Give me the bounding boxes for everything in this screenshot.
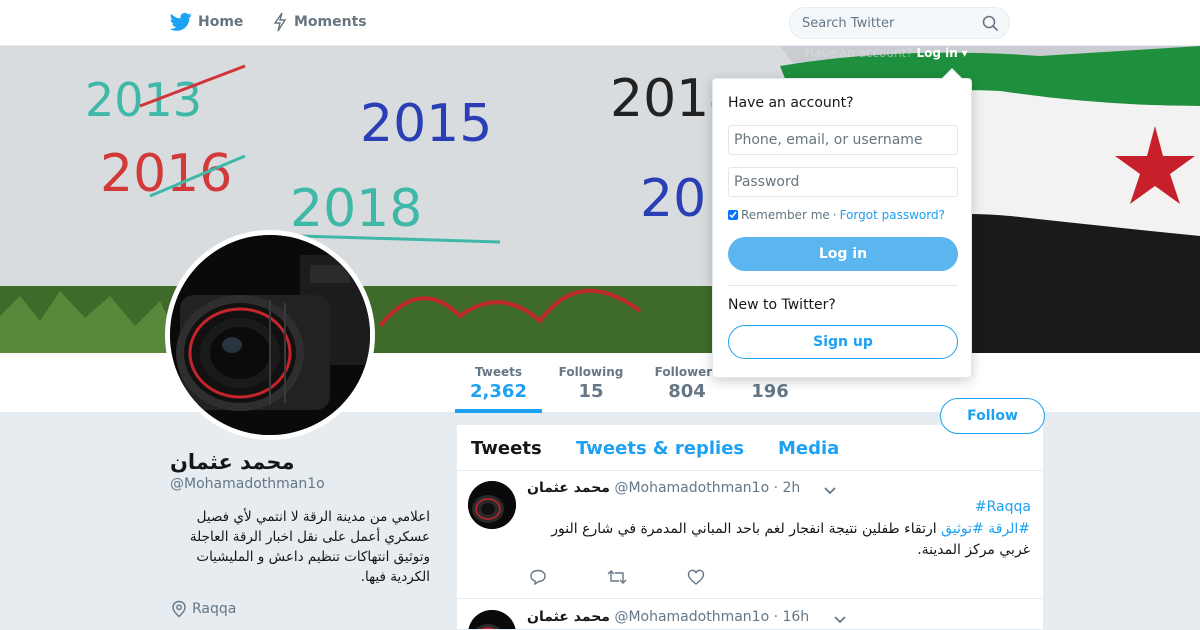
stat-tweets-value: 2,362 <box>470 381 527 402</box>
search-box <box>789 7 1010 39</box>
camera-lens-icon <box>170 235 370 435</box>
tab-tweets-replies[interactable]: Tweets & replies <box>576 438 744 459</box>
login-prompt-text: Have an account? <box>805 46 913 60</box>
profile-name[interactable]: محمد عثمان <box>170 450 430 474</box>
signup-button[interactable]: Sign up <box>728 325 958 359</box>
active-tab-indicator <box>455 409 542 413</box>
remember-me-label[interactable]: Remember me <box>741 208 830 222</box>
location-label: Raqqa <box>192 601 237 617</box>
camera-lens-icon <box>468 610 516 629</box>
avatar[interactable] <box>165 230 375 440</box>
stat-tweets-label: Tweets <box>474 365 523 379</box>
tweet-hashtag-links[interactable]: #الرقة #توثيق <box>941 521 1030 537</box>
cover-year-2: 2015 <box>360 94 492 154</box>
tweet-author-handle[interactable]: @Mohamadothman1o <box>614 480 769 496</box>
tweet-author-handle[interactable]: @Mohamadothman1o <box>614 609 769 625</box>
chevron-down-icon: ▾ <box>961 46 968 60</box>
top-nav-bar: Home Moments <box>0 0 1200 46</box>
stat-following[interactable]: Following 15 <box>556 365 626 402</box>
tweet-avatar[interactable] <box>468 481 516 529</box>
cover-year-6: 2018 <box>290 179 422 239</box>
nav-moments[interactable]: Moments <box>272 12 367 32</box>
stat-tweets[interactable]: Tweets 2,362 <box>455 365 542 402</box>
nav-home[interactable]: Home <box>170 12 243 32</box>
timeline: Tweets Tweets & replies Media محمد عثمان… <box>456 424 1044 630</box>
password-field[interactable] <box>728 167 958 197</box>
camera-lens-icon <box>468 481 516 529</box>
tweet[interactable]: محمد عثمان @Mohamadothman1o · 16h <box>457 600 1043 629</box>
search-icon[interactable] <box>982 15 999 32</box>
cover-year-4: 2016 <box>100 144 232 204</box>
retweet-icon[interactable] <box>607 569 627 585</box>
nav-moments-label: Moments <box>294 14 367 30</box>
tab-tweets[interactable]: Tweets <box>471 438 542 459</box>
follow-button[interactable]: Follow <box>940 398 1045 434</box>
nav-home-label: Home <box>198 14 244 30</box>
cover-year-5: 20 <box>640 169 706 229</box>
remember-me-checkbox[interactable] <box>728 210 738 220</box>
lightning-icon <box>273 12 287 32</box>
profile-bio: اعلامي من مدينة الرقة لا انتمي لأي فصيل … <box>189 509 430 585</box>
new-to-twitter-text: New to Twitter? <box>728 297 836 313</box>
stat-followers-value: 804 <box>668 381 706 402</box>
login-title: Have an account? <box>728 95 854 111</box>
location-pin-icon <box>172 600 186 618</box>
tweet-actions <box>529 569 705 585</box>
search-input[interactable] <box>802 8 982 38</box>
tweet-hashtag[interactable]: #Raqqa <box>975 499 1031 515</box>
reply-icon[interactable] <box>529 569 547 585</box>
stat-following-label: Following <box>558 365 624 379</box>
tweet-author-name[interactable]: محمد عثمان <box>527 480 610 496</box>
tweet-author-name[interactable]: محمد عثمان <box>527 609 610 625</box>
cover-year-1: 2013 <box>85 73 202 127</box>
profile-location: Raqqa <box>170 600 236 618</box>
username-field[interactable] <box>728 125 958 155</box>
stat-following-value: 15 <box>578 381 604 402</box>
remember-row: Remember me · Forgot password? <box>728 208 945 222</box>
tab-media[interactable]: Media <box>778 438 839 459</box>
forgot-password-link[interactable]: Forgot password? <box>840 208 945 222</box>
tweet-header: محمد عثمان @Mohamadothman1o · 16h <box>527 609 809 625</box>
login-prompt-link[interactable]: Log in <box>916 46 957 60</box>
tweet-timestamp[interactable]: · 16h <box>774 609 810 625</box>
login-dropdown: Have an account? Remember me · Forgot pa… <box>712 68 972 378</box>
like-icon[interactable] <box>687 569 705 585</box>
chevron-down-icon[interactable] <box>833 615 847 625</box>
tweet-text: #الرقة #توثيق ارتقاء طفلين نتيجة انفجار … <box>537 519 1030 561</box>
divider <box>728 285 958 286</box>
tweet-timestamp[interactable]: · 2h <box>774 480 801 496</box>
login-prompt: Have an account? Log in ▾ <box>805 46 968 60</box>
tweet-header: محمد عثمان @Mohamadothman1o · 2h <box>527 480 800 496</box>
tweet-avatar[interactable] <box>468 610 516 629</box>
tweet[interactable]: محمد عثمان @Mohamadothman1o · 2h #Raqqa … <box>457 471 1043 599</box>
chevron-down-icon[interactable] <box>823 486 837 496</box>
stat-likes-value: 196 <box>751 381 789 402</box>
separator-dot: · <box>832 208 837 222</box>
twitter-bird-icon <box>170 12 192 31</box>
login-button[interactable]: Log in <box>728 237 958 271</box>
profile-handle[interactable]: @Mohamadothman1o <box>170 476 325 492</box>
